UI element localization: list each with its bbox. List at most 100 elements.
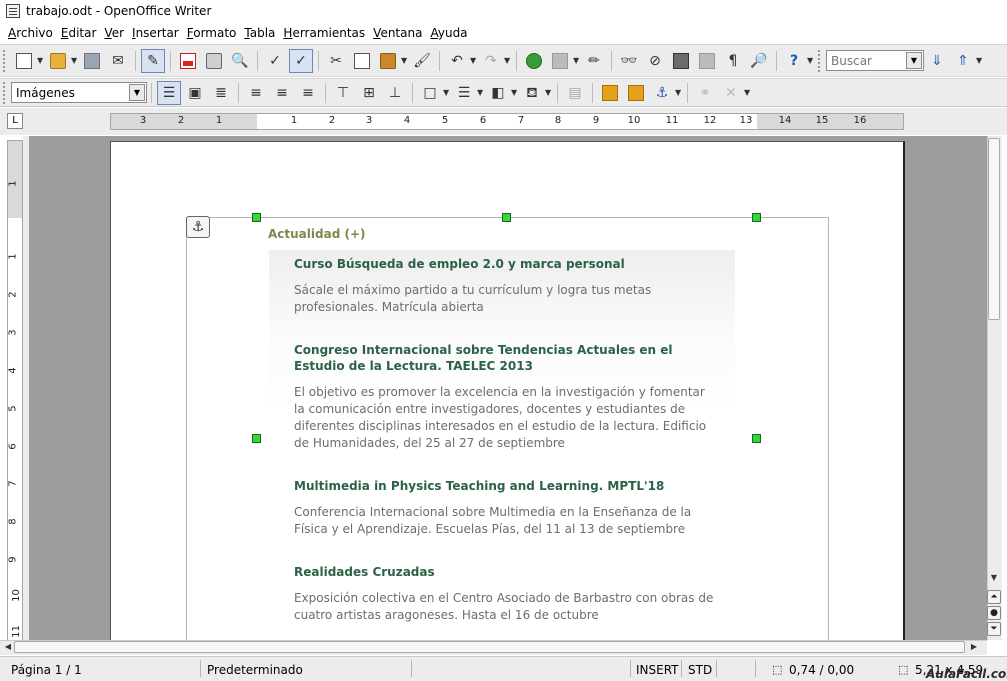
cut-button[interactable]: ✂ <box>324 49 348 73</box>
border-color-dropdown-icon[interactable]: ▼ <box>511 88 519 97</box>
table-dropdown-icon[interactable]: ▼ <box>573 56 581 65</box>
edit-mode-button[interactable]: ✎ <box>141 48 165 73</box>
bring-to-front-button[interactable] <box>598 81 622 105</box>
style-combo[interactable]: Imágenes ▼ <box>11 82 147 103</box>
autospellcheck-button[interactable]: ✓ <box>289 48 313 73</box>
new-dropdown-icon[interactable]: ▼ <box>37 56 45 65</box>
toolbar-grip[interactable] <box>3 49 7 72</box>
frame-properties-button[interactable]: ▤ <box>563 81 587 105</box>
zoom-button[interactable]: 🔎 <box>747 49 771 73</box>
find-previous-button[interactable]: ⇑ <box>951 49 975 73</box>
anchor-button[interactable]: ⚓ <box>650 81 674 105</box>
horizontal-scroll-thumb[interactable] <box>14 641 965 653</box>
undo-dropdown-icon[interactable]: ▼ <box>470 56 478 65</box>
style-dropdown-icon[interactable]: ▼ <box>129 84 145 101</box>
navigation-icon[interactable]: ● <box>987 606 1001 620</box>
resize-handle-top[interactable] <box>502 213 511 222</box>
page-wrap-button[interactable]: ▣ <box>183 81 207 105</box>
menu-ver[interactable]: Ver <box>100 26 128 40</box>
frame-toolbar-overflow-icon[interactable]: ▼ <box>744 88 752 97</box>
align-right-button[interactable]: ≡ <box>296 81 320 105</box>
align-top-button[interactable]: ⊤ <box>331 81 355 105</box>
search-input[interactable]: Buscar <box>827 54 906 68</box>
copy-button[interactable] <box>350 49 374 73</box>
border-color-button[interactable]: ◧ <box>486 81 510 105</box>
open-button[interactable] <box>46 49 70 73</box>
redo-button[interactable]: ↷ <box>479 49 503 73</box>
page-indicator[interactable]: Página 1 / 1 <box>11 663 82 677</box>
print-button[interactable] <box>202 49 226 73</box>
gallery-button[interactable] <box>669 49 693 73</box>
menu-archivo[interactable]: Archivo <box>4 26 57 40</box>
link-frames-button[interactable]: ⚭ <box>693 81 717 105</box>
pdf-icon <box>180 52 196 69</box>
wrap-off-button[interactable]: ☰ <box>157 80 181 105</box>
paste-dropdown-icon[interactable]: ▼ <box>401 56 409 65</box>
email-button[interactable]: ✉ <box>106 49 130 73</box>
paste-button[interactable] <box>376 49 400 73</box>
borders-dropdown-icon[interactable]: ▼ <box>443 88 451 97</box>
menu-ayuda[interactable]: Ayuda <box>426 26 471 40</box>
menu-formato[interactable]: Formato <box>183 26 241 40</box>
scroll-right-icon[interactable]: ▶ <box>968 641 980 653</box>
toolbar-grip[interactable] <box>818 49 822 72</box>
export-pdf-button[interactable] <box>176 49 200 73</box>
page-style[interactable]: Predeterminado <box>207 663 303 677</box>
undo-button[interactable]: ↶ <box>445 49 469 73</box>
formatting-marks-button[interactable]: ¶ <box>721 49 745 73</box>
resize-handle-left[interactable] <box>252 434 261 443</box>
navigator-button[interactable]: ⊘ <box>643 49 667 73</box>
hyperlink-button[interactable] <box>522 49 546 73</box>
align-bottom-button[interactable]: ⊥ <box>383 81 407 105</box>
next-page-icon[interactable]: ⏷ <box>987 622 1001 636</box>
open-dropdown-icon[interactable]: ▼ <box>71 56 79 65</box>
menu-insertar[interactable]: Insertar <box>128 26 183 40</box>
new-document-button[interactable] <box>12 49 36 73</box>
ruler-tick-label: 8 <box>554 115 562 126</box>
scroll-left-icon[interactable]: ◀ <box>2 641 14 653</box>
spellcheck-button[interactable]: ✓ <box>263 49 287 73</box>
background-color-dropdown-icon[interactable]: ▼ <box>545 88 553 97</box>
menu-tabla[interactable]: Tabla <box>240 26 279 40</box>
show-draw-functions-button[interactable]: ✏ <box>582 49 606 73</box>
borders-button[interactable]: □ <box>418 81 442 105</box>
find-next-button[interactable]: ⇓ <box>925 49 949 73</box>
vertical-scroll-thumb[interactable] <box>988 138 1000 320</box>
redo-icon: ↷ <box>485 52 497 69</box>
line-style-dropdown-icon[interactable]: ▼ <box>477 88 485 97</box>
insert-mode[interactable]: INSERT <box>636 663 679 677</box>
anchor-icon[interactable]: ⚓ <box>186 216 210 238</box>
menu-editar[interactable]: Editar <box>57 26 101 40</box>
toolbar-overflow-icon[interactable]: ▼ <box>807 56 815 65</box>
resize-handle-right[interactable] <box>752 434 761 443</box>
toolbar-grip[interactable] <box>3 81 7 104</box>
redo-dropdown-icon[interactable]: ▼ <box>504 56 512 65</box>
table-button[interactable] <box>548 49 572 73</box>
align-center-button[interactable]: ≡ <box>270 81 294 105</box>
line-style-button[interactable]: ☰ <box>452 81 476 105</box>
previous-page-icon[interactable]: ⏶ <box>987 590 1001 604</box>
resize-handle-top-left[interactable] <box>252 213 261 222</box>
resize-handle-top-right[interactable] <box>752 213 761 222</box>
align-left-button[interactable]: ≡ <box>244 81 268 105</box>
anchor-dropdown-icon[interactable]: ▼ <box>675 88 683 97</box>
data-sources-button[interactable] <box>695 49 719 73</box>
search-dropdown-icon[interactable]: ▼ <box>906 52 922 69</box>
unlink-frames-button[interactable]: ✕ <box>719 81 743 105</box>
search-overflow-icon[interactable]: ▼ <box>976 56 984 65</box>
background-color-button[interactable]: ⛾ <box>520 81 544 105</box>
send-to-back-button[interactable] <box>624 81 648 105</box>
align-middle-button[interactable]: ⊞ <box>357 81 381 105</box>
selection-mode[interactable]: STD <box>688 663 712 677</box>
help-button[interactable]: ? <box>782 49 806 73</box>
scroll-down-icon[interactable]: ▼ <box>989 573 999 582</box>
find-replace-button[interactable]: 👓 <box>617 49 641 73</box>
print-preview-button[interactable]: 🔍 <box>228 49 252 73</box>
save-button[interactable] <box>80 49 104 73</box>
clone-formatting-button[interactable]: 🖌 <box>410 49 434 73</box>
menu-herramientas[interactable]: Herramientas <box>279 26 369 40</box>
style-value[interactable]: Imágenes <box>12 86 129 100</box>
menu-ventana[interactable]: Ventana <box>369 26 426 40</box>
search-combo[interactable]: Buscar ▼ <box>826 50 924 71</box>
wrap-through-button[interactable]: ≣ <box>209 81 233 105</box>
